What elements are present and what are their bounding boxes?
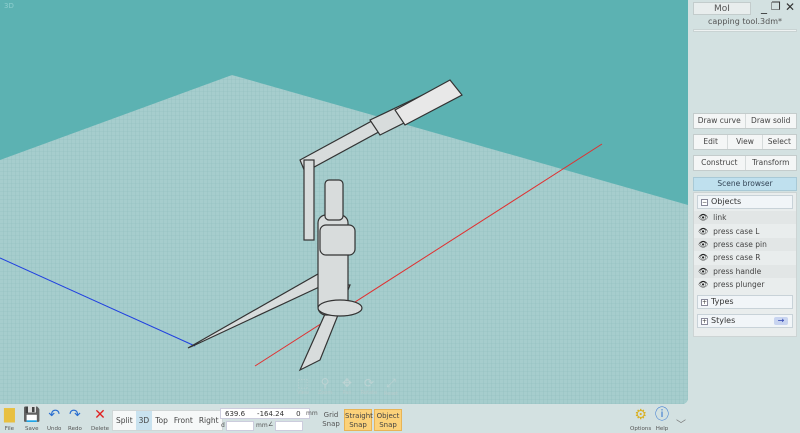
list-item[interactable]: 👁 link	[694, 211, 796, 225]
styles-section[interactable]: + Styles →	[697, 314, 793, 329]
save-icon: 💾	[23, 407, 41, 423]
angle-input[interactable]	[275, 421, 303, 431]
delete-icon: ✕	[94, 407, 106, 423]
eye-icon[interactable]: 👁	[698, 280, 708, 289]
close-icon[interactable]: ✕	[785, 0, 795, 14]
view-split[interactable]: Split	[113, 411, 136, 430]
nav-zoom[interactable]: ⚲ Zoom	[317, 376, 333, 397]
nav-view[interactable]: ⬚ View	[295, 376, 311, 397]
pan-icon: ✥	[341, 376, 353, 390]
nav-reset[interactable]: ⤢ Reset	[383, 376, 399, 397]
objects-section[interactable]: − Objects	[697, 195, 793, 209]
transform-tab[interactable]: Transform	[746, 156, 797, 170]
collapse-icon: −	[701, 198, 708, 206]
types-section[interactable]: + Types	[697, 295, 793, 310]
view-tab[interactable]: View	[728, 135, 763, 149]
straight-snap-toggle[interactable]: Straight Snap	[344, 409, 373, 431]
list-item[interactable]: 👁 press handle	[694, 264, 796, 278]
draw-tabs: Draw curve Draw solid	[693, 113, 797, 129]
view-nav-controls: ⬚ View ⚲ Zoom ✥ Pan ⟳ Rotate ⤢ Reset	[295, 376, 399, 397]
scene-canvas	[0, 75, 688, 404]
view-top[interactable]: Top	[152, 411, 171, 430]
viewport-label: 3D	[4, 2, 14, 10]
eye-icon[interactable]: 👁	[698, 267, 708, 276]
zoom-icon: ⚲	[320, 376, 330, 390]
restore-icon[interactable]: ❐	[771, 0, 781, 13]
object-snap-toggle[interactable]: Object Snap	[374, 409, 402, 431]
view-icon: ⬚	[297, 376, 309, 390]
eye-icon[interactable]: 👁	[698, 240, 708, 249]
eye-icon[interactable]: 👁	[698, 227, 708, 236]
undo-button[interactable]: ↶ Undo	[47, 406, 61, 432]
scene-browser-button[interactable]: Scene browser	[693, 177, 797, 191]
view-front[interactable]: Front	[171, 411, 196, 430]
save-button[interactable]: 💾 Save	[23, 406, 40, 432]
list-item[interactable]: 👁 press case R	[694, 251, 796, 264]
expand-icon: +	[701, 298, 708, 306]
command-options-area	[693, 29, 797, 32]
arrow-right-icon[interactable]: →	[774, 317, 788, 326]
construct-tab[interactable]: Construct	[694, 156, 746, 170]
reset-icon: ⤢	[386, 376, 396, 390]
eye-icon[interactable]: 👁	[698, 253, 708, 262]
view-3d[interactable]: 3D	[135, 411, 153, 430]
rotate-icon: ⟳	[363, 376, 375, 390]
nav-rotate[interactable]: ⟳ Rotate	[361, 376, 377, 397]
coordinate-input[interactable]: 639.6 -164.24 0	[220, 408, 310, 419]
angle-icon: ∠	[268, 421, 274, 428]
distance-input[interactable]	[226, 421, 254, 431]
grid-snap-toggle[interactable]: Grid Snap	[320, 409, 342, 431]
view-right[interactable]: Right	[196, 411, 222, 430]
redo-icon: ↷	[69, 407, 81, 423]
nav-pan[interactable]: ✥ Pan	[339, 376, 355, 397]
scene-browser: − Objects 👁 link 👁 press case L 👁 press case…	[693, 192, 797, 337]
select-tab[interactable]: Select	[763, 135, 796, 149]
draw-curve-tab[interactable]: Draw curve	[694, 114, 746, 128]
view-switcher: Split 3D Top Front Right	[112, 410, 223, 431]
3d-viewport[interactable]: 3D ⬚ View ⚲ Zoom ✥ Pan ⟳ Rotate ⤢ Reset	[0, 0, 688, 404]
object-list: 👁 link 👁 press case L 👁 press case pin 👁 pre…	[694, 211, 796, 291]
file-button[interactable]: ▇ File	[4, 406, 15, 432]
draw-solid-tab[interactable]: Draw solid	[746, 114, 797, 128]
distance-unit: mm	[256, 422, 268, 429]
undo-icon: ↶	[48, 407, 61, 423]
app-menu-button[interactable]: MoI	[693, 2, 751, 15]
edit-tab[interactable]: Edit	[694, 135, 729, 149]
delete-button[interactable]: ✕ Delete	[91, 406, 109, 432]
distance-label: d	[221, 422, 225, 429]
list-item[interactable]: 👁 press case pin	[694, 237, 796, 252]
coord-unit: mm	[306, 410, 318, 417]
construct-tabs: Construct Transform	[693, 155, 797, 171]
list-item[interactable]: 👁 press plunger	[694, 278, 796, 291]
side-panel: MoI _ ❐ ✕ capping tool.3dm* Draw curve D…	[630, 0, 800, 433]
redo-button[interactable]: ↷ Redo	[68, 406, 82, 432]
eye-icon[interactable]: 👁	[698, 213, 708, 222]
minimize-icon[interactable]: _	[761, 0, 767, 14]
folder-icon: ▇	[4, 407, 15, 423]
file-name: capping tool.3dm*	[707, 17, 783, 26]
list-item[interactable]: 👁 press case L	[694, 224, 796, 237]
expand-icon: +	[701, 317, 708, 325]
edit-tabs: Edit View Select	[693, 134, 797, 150]
